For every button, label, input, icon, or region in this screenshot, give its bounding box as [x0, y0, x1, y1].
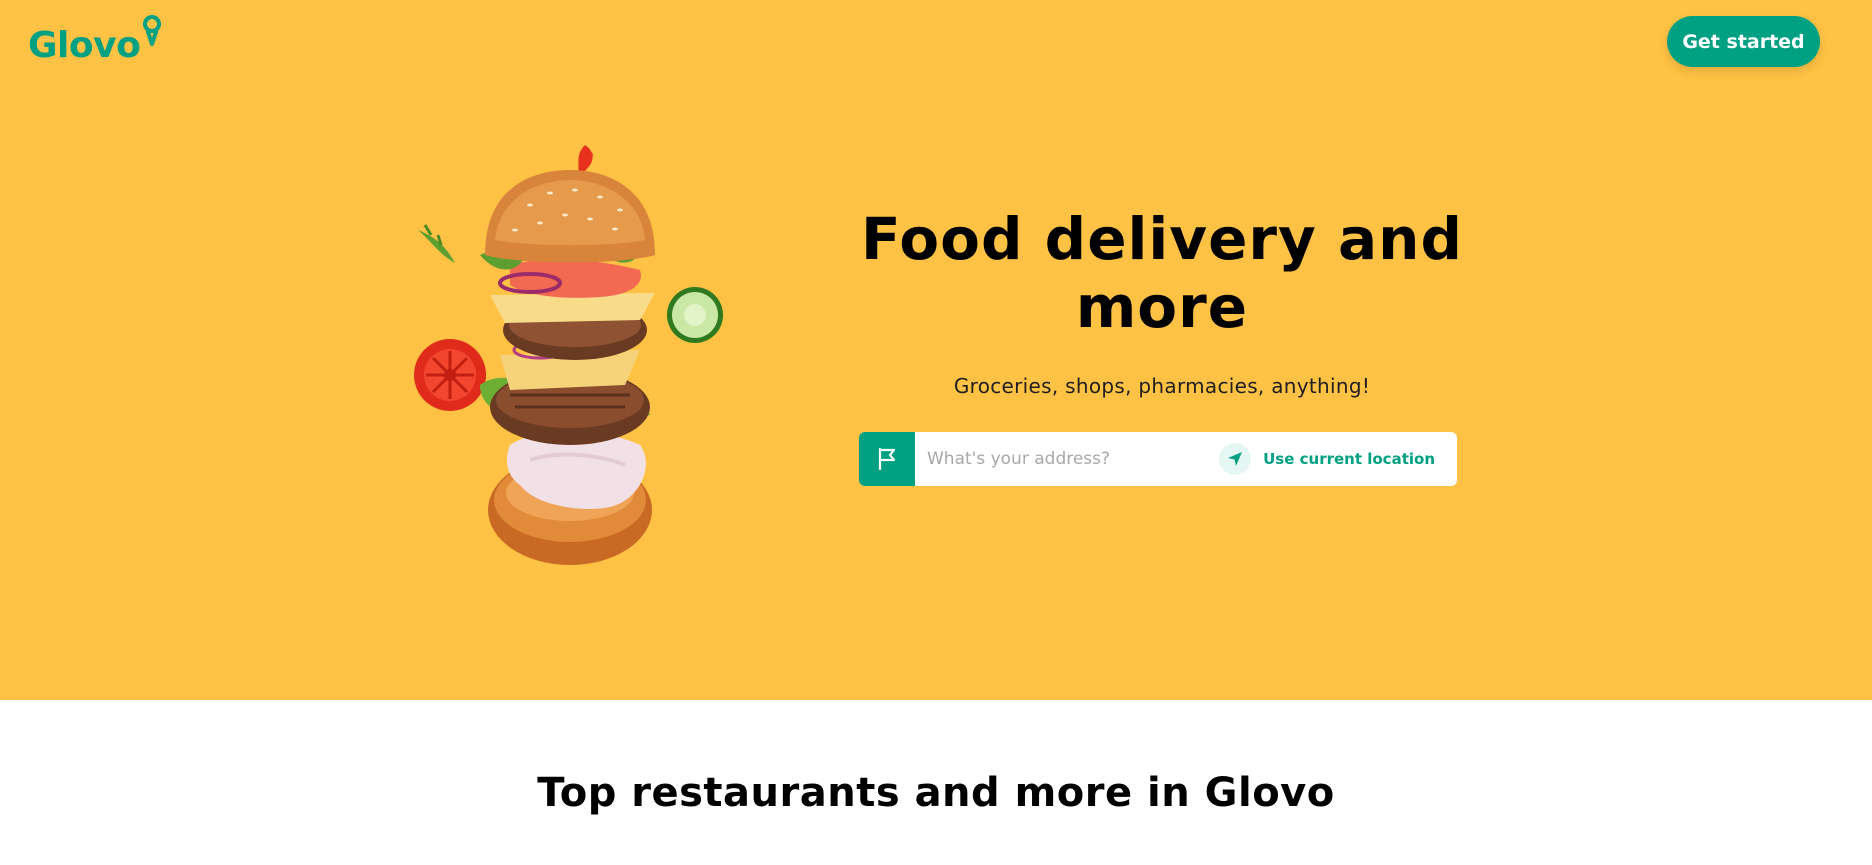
burger-image: [414, 145, 723, 565]
address-input[interactable]: [915, 432, 1220, 486]
hero-wave-divider: [0, 590, 1872, 676]
get-started-button[interactable]: Get started: [1667, 16, 1820, 67]
top-restaurants-title: Top restaurants and more in Glovo: [537, 770, 1335, 816]
hero-title: Food delivery and more: [861, 205, 1463, 341]
navigation-arrow-icon: [1219, 443, 1252, 475]
address-search-bar: Use current location: [859, 432, 1457, 486]
logo-text: Glovo: [28, 25, 141, 66]
logo-pin-icon: [143, 15, 162, 46]
use-current-location-button[interactable]: Use current location: [1219, 432, 1457, 486]
glovo-logo[interactable]: Glovo: [28, 15, 163, 66]
hero-subtitle: Groceries, shops, pharmacies, anything!: [953, 374, 1371, 398]
use-current-location-label: Use current location: [1263, 450, 1435, 468]
flag-icon: [859, 432, 915, 486]
